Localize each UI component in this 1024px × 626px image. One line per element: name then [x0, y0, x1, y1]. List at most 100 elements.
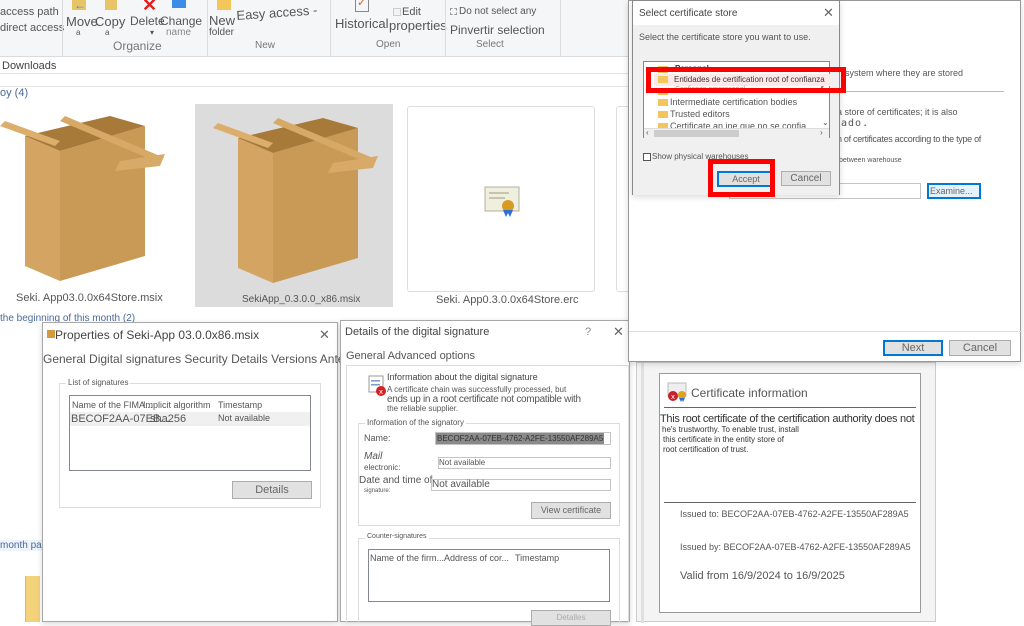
help-button[interactable]: ?	[585, 326, 591, 338]
package-box-icon	[213, 118, 378, 283]
ribbon-separator	[560, 0, 561, 56]
signature-list[interactable]: Name of the FIMA... Implicit algorithm T…	[69, 395, 311, 471]
ribbon-separator	[445, 0, 446, 56]
group-divider	[0, 86, 630, 87]
file-name: SekiApp_0.3.0.0_x86.msix	[242, 294, 361, 305]
chevron-down-icon: ▾	[150, 28, 155, 37]
properties-dialog: Properties of Seki-App 03.0.0x86.msix ✕ …	[42, 322, 371, 622]
column-header[interactable]: Name of the FIMA...	[72, 400, 153, 410]
folder-icon	[25, 576, 40, 622]
svg-text:x: x	[671, 393, 675, 401]
email-field[interactable]: Not available	[438, 457, 611, 469]
edit-icon	[393, 8, 401, 16]
certificate-warning: This root certificate of the certificati…	[660, 413, 915, 425]
certificate-warning: root certification of trust.	[663, 445, 749, 454]
show-physical-checkbox[interactable]	[643, 153, 651, 161]
scroll-right-icon[interactable]: ›	[820, 128, 823, 137]
package-icon	[47, 330, 55, 338]
column-header[interactable]: Timestamp	[515, 553, 559, 563]
issued-by: Issued by: BECOF2AA-07EB-4762-A2FE-13550…	[680, 542, 911, 552]
column-header[interactable]: Name of the firm...	[370, 553, 444, 563]
table-row[interactable]: BECOF2AA-07EB... sha256 Not available	[70, 412, 310, 426]
scrollbar-thumb[interactable]	[654, 130, 739, 137]
column-header[interactable]: Address of cor...	[444, 553, 509, 563]
certificate-header: Certificate information	[691, 386, 808, 400]
highlight-box-accept	[708, 159, 775, 197]
horizontal-scrollbar[interactable]: ‹ ›	[644, 128, 829, 138]
certificate-warning: he's trustworthy. To enable trust, insta…	[662, 425, 799, 434]
signature-error-icon: x	[368, 375, 386, 396]
arrow-left-icon: ←	[74, 0, 86, 12]
divider	[664, 407, 916, 408]
highlight-box-trusted-root	[646, 67, 846, 93]
file-tile-selected[interactable]: SekiApp_0.3.0.0_x86.msix	[195, 104, 393, 307]
ribbon-item-direct-access[interactable]: direct access	[0, 22, 64, 34]
group-header-today[interactable]: oy (4)	[0, 87, 29, 99]
name-field[interactable]: BECOF2AA-07EB-4762-A2FE-13550AF289A5	[435, 432, 611, 445]
scroll-down-icon[interactable]: ⌄	[822, 118, 829, 127]
ribbon-separator	[330, 0, 331, 56]
close-icon[interactable]: ✕	[613, 324, 624, 340]
signature-date-field[interactable]: Not available	[431, 479, 611, 491]
close-icon[interactable]: ✕	[823, 5, 834, 21]
delete-button[interactable]: ✕ Delete ▾	[130, 0, 165, 40]
file-name: Seki. App0.3.0.0x64Store.erc	[436, 294, 579, 306]
signature-details-dialog: Details of the digital signature ? ✕ Gen…	[340, 320, 630, 626]
select-none-button[interactable]: Do not select any	[459, 6, 536, 17]
divider	[664, 502, 916, 503]
certificate-warning: this certificate in the entity store of	[663, 435, 784, 444]
column-header[interactable]: Timestamp	[218, 400, 262, 410]
ribbon: access path direct access ← Move a Copy …	[0, 0, 630, 57]
certificate-icon	[484, 186, 520, 217]
next-button[interactable]: Next	[883, 340, 943, 356]
validity-period: Valid from 16/9/2024 to 16/9/2025	[680, 570, 845, 582]
info-text: the reliable supplier.	[387, 404, 459, 413]
group-header-last-month[interactable]: month pa	[0, 540, 42, 551]
dialog-title: Select certificate store	[639, 8, 738, 19]
new-folder-button[interactable]: New folder	[209, 0, 239, 40]
history-button[interactable]: Historical	[335, 16, 388, 31]
easy-access-button[interactable]: Easy access -	[236, 2, 318, 23]
address-bar[interactable]: Downloads	[0, 58, 630, 74]
divider	[839, 91, 1004, 92]
signature-list-group: List of signatures Name of the FIMA... I…	[59, 378, 321, 508]
select-none-icon	[450, 8, 457, 15]
counter-signatures-group: Counter-signatures Name of the firm... A…	[358, 533, 620, 626]
issued-to: Issued to: BECOF2AA-07EB-4762-A2FE-13550…	[680, 509, 909, 519]
rename-icon	[172, 0, 186, 8]
svg-text:x: x	[379, 388, 383, 396]
invert-selection-button[interactable]: Pinvertir selection	[450, 23, 545, 37]
copy-to-button[interactable]: Copy a	[95, 0, 125, 40]
column-header[interactable]: Implicit algorithm	[143, 400, 211, 410]
dialog-tabs[interactable]: General Digital signatures Security Deta…	[43, 352, 371, 366]
move-to-button[interactable]: ← Move a	[66, 0, 98, 40]
wizard-cancel-button[interactable]: Cancel	[949, 340, 1011, 356]
name-label: Name:	[364, 433, 391, 443]
checkbox-history-icon: ✓	[355, 0, 369, 12]
examine-button[interactable]: Examine...	[927, 183, 981, 199]
details-button[interactable]: Details	[232, 481, 312, 499]
folder-icon	[658, 111, 668, 118]
close-icon[interactable]: ✕	[319, 327, 330, 343]
group-label-select: Select	[476, 39, 504, 50]
folder-icon	[658, 99, 668, 106]
ribbon-separator	[207, 0, 208, 56]
certificate-error-icon: x	[667, 382, 687, 402]
certificate-panel: x Certificate information This root cert…	[659, 373, 921, 613]
file-tile[interactable]: Seki. App03.0.0x64Store.msix	[0, 104, 190, 309]
view-certificate-button[interactable]: View certificate	[531, 502, 611, 519]
info-title: Information about the digital signature	[387, 372, 538, 382]
package-box-icon	[0, 116, 165, 281]
edit-button[interactable]: Edit	[402, 6, 421, 18]
ribbon-item-access-path[interactable]: access path	[0, 6, 59, 18]
rename-button[interactable]: Change name	[160, 0, 202, 40]
properties-button[interactable]: properties	[389, 18, 447, 33]
dialog-tabs[interactable]: General Advanced options	[346, 350, 475, 362]
counter-signature-list[interactable]: Name of the firm... Address of cor... Ti…	[368, 549, 610, 602]
signer-info-group: Information of the signatory Name: BECOF…	[358, 418, 620, 526]
scroll-left-icon[interactable]: ‹	[646, 128, 649, 137]
counter-details-button[interactable]: Detalles	[531, 610, 611, 626]
store-cancel-button[interactable]: Cancel	[781, 171, 831, 186]
file-tile[interactable]	[407, 106, 595, 292]
scrollbar-track[interactable]	[641, 363, 644, 623]
